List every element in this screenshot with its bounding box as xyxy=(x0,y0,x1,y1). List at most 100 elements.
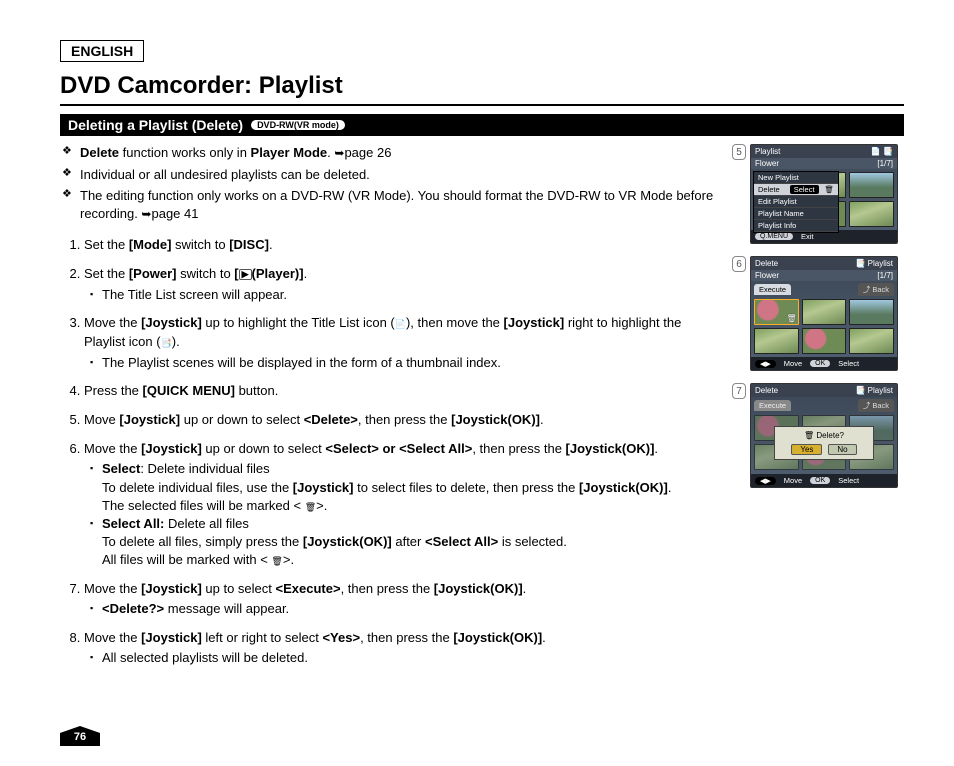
step-text: Move the xyxy=(84,441,141,456)
step-text: >. xyxy=(316,498,327,513)
step-text: message will appear. xyxy=(164,601,289,616)
step-bold: <Yes> xyxy=(322,630,360,645)
execute-tab[interactable]: Execute xyxy=(754,284,791,295)
thumbnail[interactable] xyxy=(802,328,847,354)
step-bold: [Joystick(OK)] xyxy=(579,480,668,495)
dialog-message: 🗑 Delete? xyxy=(779,431,869,440)
manual-page: ENGLISH DVD Camcorder: Playlist Deleting… xyxy=(0,0,954,766)
quick-menu: New Playlist Delete Select 🗑 Edit Playli… xyxy=(753,171,839,233)
step-bold: [Joystick] xyxy=(119,412,180,427)
figure-7: 7 Delete 📑 Playlist Execute ⤴ Back xyxy=(732,383,904,488)
arrow-icon: ➥ xyxy=(141,207,151,221)
footer-text: Move xyxy=(784,476,802,485)
screen-header: Delete 📑 Playlist xyxy=(751,384,897,397)
screen-header: Playlist 📄 📑 xyxy=(751,145,897,158)
back-tab[interactable]: ⤴ Back xyxy=(858,399,894,412)
step-text: is selected. xyxy=(498,534,567,549)
screen-header: Delete 📑 Playlist xyxy=(751,257,897,270)
back-tab[interactable]: ⤴ Back xyxy=(858,283,894,296)
menu-item[interactable]: Edit Playlist xyxy=(754,196,838,208)
screen-title: Delete xyxy=(755,259,778,268)
screen-7: Delete 📑 Playlist Execute ⤴ Back xyxy=(750,383,898,488)
playlist-icon: 📑 xyxy=(161,338,172,348)
step-text: ), then move the xyxy=(406,315,504,330)
step-text: Move the xyxy=(84,315,141,330)
step-item: Set the [Power] switch to [▶(Player)]. T… xyxy=(84,265,722,304)
playlist-icon: 📄 📑 xyxy=(871,147,893,156)
step-text: . xyxy=(540,412,544,427)
step-bold: [Joystick] xyxy=(141,630,202,645)
step-text: Press the xyxy=(84,383,143,398)
figure-number: 5 xyxy=(732,144,746,160)
intro-item: Individual or all undesired playlists ca… xyxy=(80,166,722,184)
step-bold: [Joystick(OK)] xyxy=(451,412,540,427)
step-text: to select files to delete, then press th… xyxy=(354,480,579,495)
step-bold: <Select> or <Select All> xyxy=(325,441,472,456)
step-text: left or right to select xyxy=(202,630,323,645)
step-text: Move the xyxy=(84,630,141,645)
menu-item[interactable]: Playlist Info xyxy=(754,220,838,232)
step-text: Set the xyxy=(84,237,129,252)
mode-badge: DVD-RW(VR mode) xyxy=(251,120,345,130)
footer-text: Select xyxy=(838,476,859,485)
step-text: up to highlight the Title List icon ( xyxy=(202,315,395,330)
move-pill: ◀▶ xyxy=(755,477,776,485)
intro-bold: Player Mode xyxy=(251,145,328,160)
step-text: , then press the xyxy=(360,630,453,645)
step-item: Move the [Joystick] up to highlight the … xyxy=(84,314,722,372)
intro-item: The editing function only works on a DVD… xyxy=(80,187,722,222)
step-text: switch to xyxy=(171,237,229,252)
step-item: Set the [Mode] switch to [DISC]. xyxy=(84,236,722,255)
figure-number: 7 xyxy=(732,383,746,399)
thumbnail[interactable] xyxy=(754,328,799,354)
ok-pill: OK xyxy=(810,360,830,367)
step-item: Move the [Joystick] up to select <Execut… xyxy=(84,580,722,619)
step-sub: All selected playlists will be deleted. xyxy=(90,649,722,667)
execute-tab[interactable]: Execute xyxy=(754,400,791,411)
thumbnail[interactable] xyxy=(849,328,894,354)
trash-icon: 🗑 xyxy=(825,185,835,194)
step-text: , then press the xyxy=(341,581,434,596)
content-row: Delete function works only in Player Mod… xyxy=(60,144,904,678)
playlist-badge: 📑 Playlist xyxy=(855,259,893,268)
footer-text: Exit xyxy=(801,232,814,241)
qmenu-pill: Q.MENU xyxy=(755,233,793,240)
step-bold: [Joystick(OK)] xyxy=(434,581,523,596)
figure-6: 6 Delete 📑 Playlist Flower [1/7] Execute… xyxy=(732,256,904,371)
move-pill: ◀▶ xyxy=(755,360,776,368)
step-text: Set the xyxy=(84,266,129,281)
screen-title: Delete xyxy=(755,386,778,395)
section-heading: Deleting a Playlist (Delete) DVD-RW(VR m… xyxy=(60,114,904,136)
confirm-dialog: 🗑 Delete? Yes No xyxy=(774,426,874,460)
intro-text: page 26 xyxy=(344,145,391,160)
step-bold: (Player)] xyxy=(252,266,304,281)
step-bold: [Joystick] xyxy=(293,480,354,495)
step-sub: Select All: Delete all files To delete a… xyxy=(90,515,722,570)
screen-body: New Playlist Delete Select 🗑 Edit Playli… xyxy=(751,169,897,230)
intro-bold: Delete xyxy=(80,145,119,160)
clip-name: Flower xyxy=(755,271,779,280)
step-bold: [Joystick] xyxy=(141,315,202,330)
thumbnail[interactable] xyxy=(849,299,894,325)
step-bold: Select xyxy=(102,461,140,476)
titlelist-icon: 📄 xyxy=(395,319,406,329)
step-sub: Select: Delete individual files To delet… xyxy=(90,460,722,515)
step-text: To delete individual files, use the xyxy=(102,480,293,495)
step-bold: [Joystick] xyxy=(504,315,565,330)
step-text: , then press the xyxy=(472,441,565,456)
step-text: button. xyxy=(235,383,278,398)
thumbnail xyxy=(849,201,894,227)
yes-button[interactable]: Yes xyxy=(791,444,822,455)
thumbnail-selected[interactable] xyxy=(754,299,799,325)
no-button[interactable]: No xyxy=(828,444,856,455)
clip-counter: [1/7] xyxy=(877,159,893,168)
menu-item[interactable]: New Playlist xyxy=(754,172,838,184)
step-text: Move xyxy=(84,412,119,427)
thumbnail[interactable] xyxy=(802,299,847,325)
step-text: . xyxy=(304,266,308,281)
step-bold: [Joystick] xyxy=(141,581,202,596)
menu-item[interactable]: Playlist Name xyxy=(754,208,838,220)
back-label: Back xyxy=(872,285,889,294)
menu-item-selected[interactable]: Delete Select 🗑 xyxy=(754,184,838,196)
arrow-icon: ➥ xyxy=(334,146,344,160)
